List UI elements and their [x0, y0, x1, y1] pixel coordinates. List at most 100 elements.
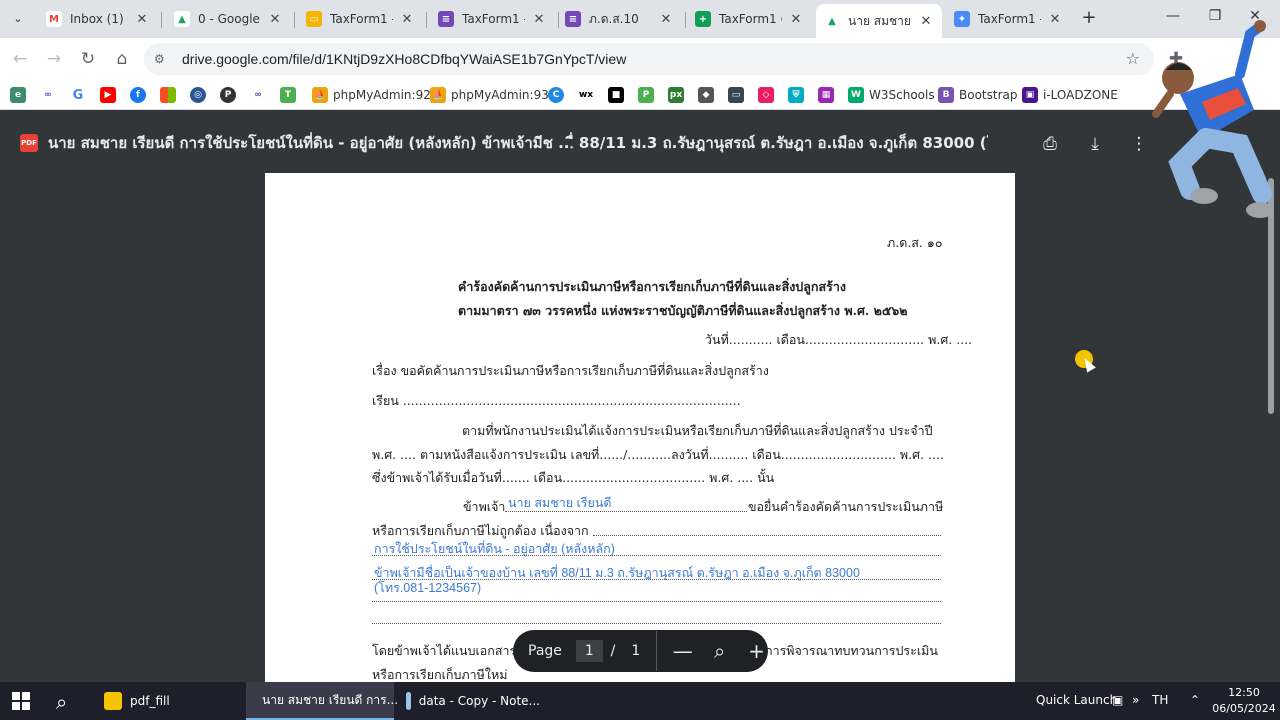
close-tab-icon[interactable]: ✕ — [658, 12, 674, 27]
reload-icon[interactable]: ↻ — [76, 47, 100, 71]
bookmark-star-icon[interactable]: ☆ — [1126, 49, 1140, 68]
reason-line-3 — [372, 601, 941, 602]
tab-title: นาย สมชาย เรี — [848, 13, 912, 28]
tab-taxform-forms[interactable]: ≡ TaxForm1 - C ✕ — [430, 4, 555, 34]
page-total: 1 — [631, 643, 641, 659]
bookmark-14[interactable]: wx — [578, 85, 594, 105]
home-icon[interactable]: ⌂ — [110, 47, 134, 71]
bookmark-google[interactable]: G — [70, 85, 86, 105]
taskbar-item-pdf-fill[interactable]: pdf_fill — [96, 682, 242, 720]
bookmark-phpmyadmin93[interactable]: ⛵ phpMyAdmin:93 — [430, 85, 549, 105]
quick-launch-more-icon[interactable]: » — [1132, 693, 1139, 707]
tab-taxform-slides[interactable]: ▭ TaxForm1 - C ✕ — [298, 4, 423, 34]
bookmark-phpmyadmin92[interactable]: ⛵ phpMyAdmin:92 — [312, 85, 431, 105]
jumping-person-overlay — [1152, 20, 1274, 218]
forward-icon[interactable]: → — [42, 47, 66, 71]
bookmark-16[interactable]: P — [638, 85, 654, 105]
page-number-input[interactable]: 1 — [575, 640, 603, 662]
paragraph-3-right: การพิจารณาทบทวนการประเมิน — [765, 643, 938, 658]
address-bar[interactable]: ⚙ drive.google.com/file/d/1KNtjD9zXHo8CD… — [144, 43, 1154, 75]
taskbar-item-chrome[interactable]: นาย สมชาย เรียนดี การ... — [246, 682, 398, 720]
circle-icon: ◎ — [190, 87, 206, 103]
paragraph-3-left: โดยข้าพเจ้าได้แนบเอกสาร — [372, 643, 517, 658]
phpmyadmin-icon: ⛵ — [430, 87, 446, 103]
close-tab-icon[interactable]: ✕ — [267, 12, 283, 27]
bookmark-1[interactable]: e — [10, 85, 26, 105]
new-tab-button[interactable]: + — [1078, 8, 1100, 30]
phpmyadmin-icon: ⛵ — [312, 87, 328, 103]
bookmark-bootstrap[interactable]: B Bootstrap — [938, 85, 1017, 105]
bookmark-youtube[interactable]: ▶ — [100, 85, 116, 105]
bookmark-8[interactable]: P — [220, 85, 236, 105]
filled-reason-1: การใช้ประโยชน์ในที่ดิน - อยู่อาศัย (หลัง… — [374, 542, 615, 556]
system-tray-chevron-icon[interactable]: ⌃ — [1190, 693, 1200, 707]
tab-title: TaxForm1 (R — [719, 12, 782, 26]
t-icon: T — [280, 87, 296, 103]
taskbar: ⌕ pdf_fill นาย สมชาย เรียนดี การ... data… — [0, 682, 1280, 720]
close-tab-icon[interactable]: ✕ — [788, 12, 804, 27]
tab-strip: ⌄ M Inbox (1) - p ✕ ▲ 0 - Google D ✕ ▭ T… — [0, 0, 1280, 38]
tab-taxform-sheets[interactable]: + TaxForm1 (R ✕ — [687, 4, 812, 34]
bookmark-20[interactable]: ◇ — [758, 85, 774, 105]
bookmark-2[interactable]: ∞ — [40, 85, 56, 105]
pdf-file-icon: PDF — [20, 134, 38, 152]
bookmark-15[interactable]: ■ — [608, 85, 624, 105]
bookmark-iloadzone[interactable]: ▣ i-LOADZONE — [1022, 85, 1118, 105]
taskbar-item-notepad[interactable]: data - Copy - Note... — [398, 682, 548, 720]
paragraph-2-line-2: หรือการเรียกเก็บภาษีไม่ถูกต้อง เนื่องจาก — [372, 523, 589, 538]
close-tab-icon[interactable]: ✕ — [134, 12, 150, 27]
bookmark-19[interactable]: ▭ — [728, 85, 744, 105]
tab-active-pdf[interactable]: ▲ นาย สมชาย เรี ✕ — [816, 4, 942, 38]
google-icon: G — [70, 87, 86, 103]
loop-icon: ∞ — [40, 87, 56, 103]
paragraph-1-line-1: ตามที่พนักงานประเมินได้แจ้งการประเมินหรื… — [462, 423, 933, 438]
site-info-icon[interactable]: ⚙ — [154, 52, 174, 66]
bookmark-17[interactable]: px — [668, 85, 684, 105]
tab-gmail[interactable]: M Inbox (1) - p ✕ — [38, 4, 158, 34]
url-text[interactable]: drive.google.com/file/d/1KNtjD9zXHo8CDfb… — [182, 51, 626, 67]
folder-icon — [104, 692, 122, 710]
bookmark-13[interactable]: C — [548, 85, 564, 105]
close-tab-icon[interactable]: ✕ — [918, 14, 934, 29]
close-tab-icon[interactable]: ✕ — [531, 12, 547, 27]
windows-start-icon[interactable] — [12, 692, 30, 710]
print-icon[interactable]: ⎙ — [1038, 133, 1062, 157]
bookmark-w3schools[interactable]: W W3Schools — [848, 85, 935, 105]
more-options-icon[interactable]: ⋮ — [1127, 133, 1151, 157]
bootstrap-icon: B — [938, 87, 954, 103]
youtube-icon: ▶ — [100, 87, 116, 103]
form-subheading: ตามมาตรา ๗๓ วรรคหนึ่ง แห่งพระราชบัญญัติภ… — [458, 303, 908, 318]
bookmark-21[interactable]: ⛨ — [788, 85, 804, 105]
zoom-in-button[interactable]: + — [745, 639, 768, 663]
bookmark-10[interactable]: T — [280, 85, 296, 105]
pdf-viewer[interactable]: ภ.ด.ส. ๑๐ คำร้องคัดค้านการประเมินภาษีหรื… — [0, 169, 1280, 682]
microsoft-icon — [160, 87, 176, 103]
gmail-icon: M — [46, 11, 62, 27]
zoom-icon[interactable]: ⌕ — [708, 639, 731, 663]
download-icon[interactable]: ⤓ — [1083, 133, 1107, 157]
search-icon[interactable]: ⌕ — [56, 690, 67, 714]
tab-search-dropdown-icon[interactable]: ⌄ — [6, 6, 30, 30]
tab-pds10[interactable]: ≡ ภ.ด.ส.10 ✕ — [557, 4, 682, 34]
zoom-out-button[interactable]: — — [671, 639, 694, 663]
tab-google-drive[interactable]: ▲ 0 - Google D ✕ — [166, 4, 291, 34]
bookmark-7[interactable]: ◎ — [190, 85, 206, 105]
close-tab-icon[interactable]: ✕ — [399, 12, 415, 27]
quick-launch-icon[interactable]: ▣ — [1112, 693, 1123, 707]
sheets-icon: + — [695, 11, 711, 27]
bookmark-22[interactable]: ▦ — [818, 85, 834, 105]
bookmark-facebook[interactable]: f — [130, 85, 146, 105]
bookmark-9[interactable]: ∞ — [250, 85, 266, 105]
paragraph-1-line-3: ซึ่งข้าพเจ้าได้รับเมื่อวันที่....... เดื… — [372, 470, 775, 485]
drive-icon: ▲ — [174, 11, 190, 27]
back-icon[interactable]: ← — [8, 47, 32, 71]
quick-launch[interactable]: Quick Launch — [1036, 693, 1117, 707]
clock[interactable]: 12:50 06/05/2024 — [1212, 685, 1276, 717]
globe-icon: e — [10, 87, 26, 103]
tab-taxform-appsheet[interactable]: ✦ TaxForm1 - F ✕ — [946, 4, 1071, 34]
bookmark-microsoft[interactable] — [160, 85, 176, 105]
input-language[interactable]: TH — [1152, 693, 1168, 707]
bookmarks-bar: e ∞ G ▶ f ◎ P ∞ T ⛵ phpMyAdmin:92 ⛵ phpMyA… — [0, 80, 1280, 110]
bookmark-18[interactable]: ◆ — [698, 85, 714, 105]
close-tab-icon[interactable]: ✕ — [1047, 12, 1063, 27]
